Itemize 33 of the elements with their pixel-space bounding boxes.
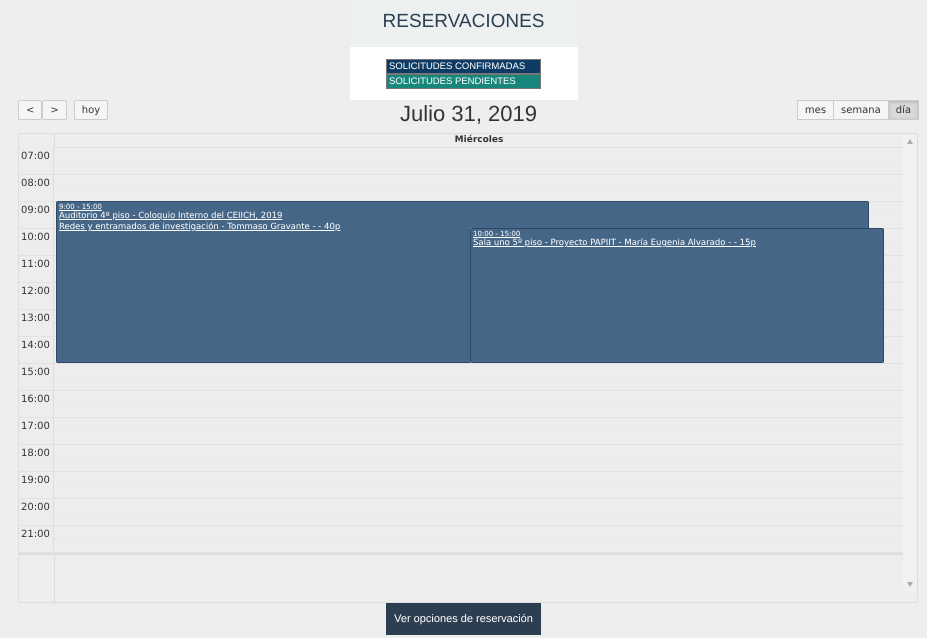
hour-label: 10:00 — [19, 229, 54, 255]
hour-label: 21:00 — [19, 526, 54, 552]
scrollbar[interactable] — [903, 135, 917, 591]
hour-label: 18:00 — [19, 445, 54, 471]
scroll-down-icon[interactable] — [907, 582, 913, 587]
nav-button[interactable]: < — [18, 100, 42, 120]
hour-label: 07:00 — [19, 148, 54, 174]
hour-label: 08:00 — [19, 175, 54, 201]
nav-button[interactable]: hoy — [74, 100, 108, 120]
event-title: Redes y entramados de investigación - Tommaso Gravante - - 40p — [59, 222, 342, 233]
day-header: Miércoles — [454, 134, 504, 147]
event-title: Sala uno 5º piso - Proyecto PAPIIT - María Eugenia Alvarado - - 15p — [473, 238, 757, 249]
view-tab[interactable]: mes — [796, 100, 834, 120]
hour-label: 14:00 — [19, 337, 54, 363]
nav-button[interactable]: > — [42, 100, 67, 120]
hour-label: 19:00 — [19, 472, 54, 498]
view-tab[interactable]: semana — [833, 100, 889, 120]
event-title: Auditorio 4º piso - Coloquio Interno del CEIICH, 2019 — [59, 211, 284, 222]
hour-label: 15:00 — [19, 364, 54, 390]
date-title: Julio 31, 2019 — [400, 101, 537, 127]
hour-label: 16:00 — [19, 391, 54, 417]
hour-label: 20:00 — [19, 499, 54, 525]
reservation-options-button[interactable]: Ver opciones de reservación — [386, 603, 541, 635]
hour-label: 12:00 — [19, 283, 54, 309]
view-tab[interactable]: día — [888, 100, 919, 120]
legend-item: SOLICITUDES PENDIENTES — [386, 74, 541, 88]
hour-label: 11:00 — [19, 256, 54, 282]
hour-label: 17:00 — [19, 418, 54, 444]
legend-item: SOLICITUDES CONFIRMADAS — [386, 58, 541, 74]
hour-label: 13:00 — [19, 310, 54, 336]
hour-label: 09:00 — [19, 202, 54, 228]
scroll-up-icon[interactable] — [907, 139, 913, 144]
event-block-strip[interactable] — [470, 201, 869, 228]
